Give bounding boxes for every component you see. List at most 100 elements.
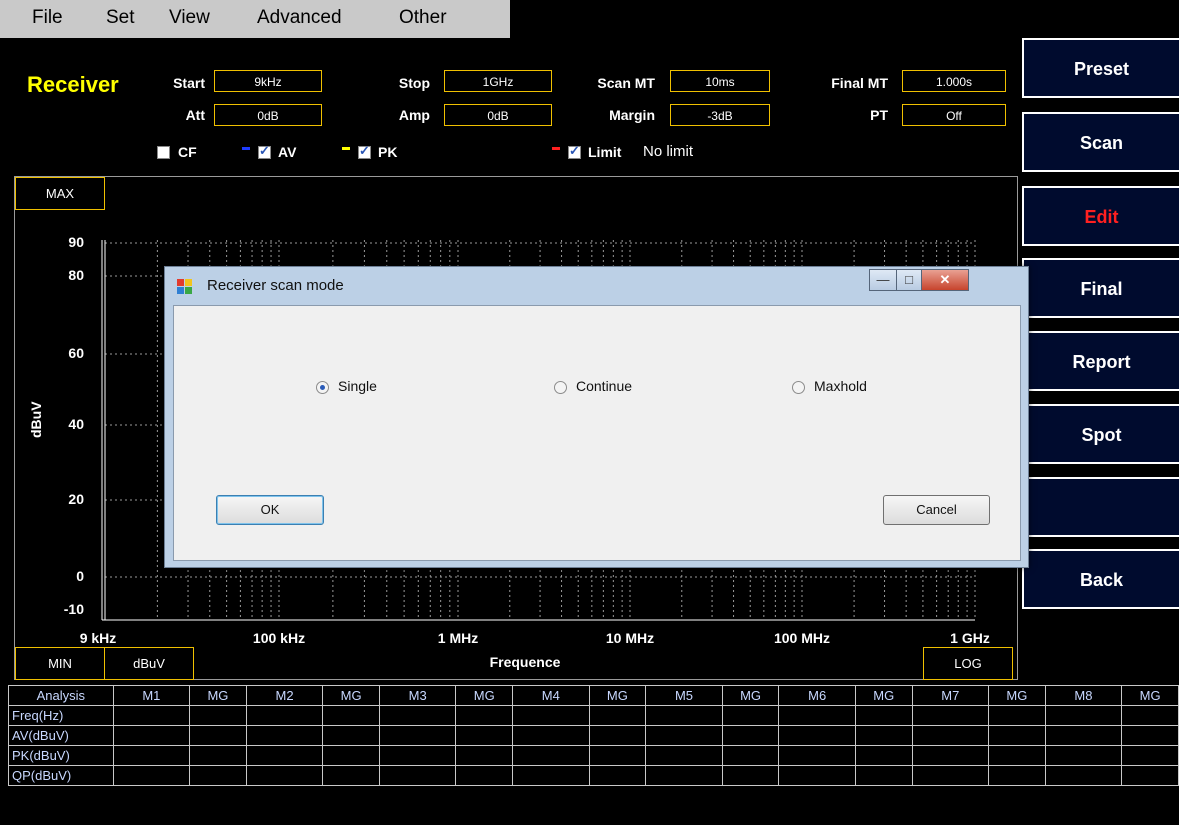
table-cell[interactable] [1121, 765, 1179, 786]
table-cell[interactable] [854, 745, 913, 766]
table-cell[interactable] [988, 725, 1046, 746]
table-cell[interactable] [778, 745, 856, 766]
table-cell[interactable] [455, 705, 514, 726]
table-header-cell: M3 [378, 685, 457, 706]
table-cell[interactable] [322, 705, 380, 726]
table-cell[interactable] [512, 745, 590, 766]
radio-maxhold-label[interactable]: Maxhold [814, 378, 867, 394]
table-row-label: AV(dBuV) [8, 725, 114, 746]
y-tick-label: 60 [68, 345, 84, 361]
table-cell[interactable] [988, 765, 1046, 786]
table-cell[interactable] [378, 725, 457, 746]
cancel-button[interactable]: Cancel [883, 495, 990, 525]
x-tick-label: 1 MHz [437, 630, 479, 646]
x-tick-label: 100 MHz [773, 630, 831, 646]
table-cell[interactable] [854, 725, 913, 746]
table-cell[interactable] [112, 725, 191, 746]
table-header-cell: M7 [911, 685, 990, 706]
table-cell[interactable] [189, 705, 247, 726]
minimize-button[interactable]: — [869, 269, 897, 291]
maximize-button[interactable]: □ [896, 269, 922, 291]
table-header-cell: MG [322, 685, 380, 706]
table-cell[interactable] [455, 725, 514, 746]
table-cell[interactable] [322, 765, 380, 786]
table-cell[interactable] [322, 725, 380, 746]
table-header-cell: MG [588, 685, 647, 706]
table-header-cell: MG [455, 685, 514, 706]
table-header-cell: M1 [112, 685, 191, 706]
table-cell[interactable] [512, 705, 590, 726]
x-tick-label: 9 kHz [79, 630, 117, 646]
radio-single-label[interactable]: Single [338, 378, 377, 394]
table-cell[interactable] [645, 725, 723, 746]
table-cell[interactable] [512, 725, 590, 746]
table-cell[interactable] [322, 745, 380, 766]
table-cell[interactable] [721, 725, 780, 746]
table-cell[interactable] [645, 745, 723, 766]
table-cell[interactable] [245, 705, 324, 726]
table-header-cell: MG [189, 685, 247, 706]
minimize-icon: — [876, 272, 890, 287]
table-cell[interactable] [245, 725, 324, 746]
table-cell[interactable] [778, 765, 856, 786]
table-cell[interactable] [988, 705, 1046, 726]
table-row-label: Freq(Hz) [8, 705, 114, 726]
table-cell[interactable] [189, 745, 247, 766]
table-cell[interactable] [455, 745, 514, 766]
table-cell[interactable] [112, 765, 191, 786]
table-cell[interactable] [588, 745, 647, 766]
x-tick-label: 100 kHz [252, 630, 306, 646]
table-cell[interactable] [378, 765, 457, 786]
table-cell[interactable] [1044, 705, 1123, 726]
radio-continue-label[interactable]: Continue [576, 378, 632, 394]
x-tick-label: 1 GHz [950, 630, 990, 646]
radio-continue[interactable] [554, 381, 567, 394]
table-cell[interactable] [911, 705, 990, 726]
table-cell[interactable] [189, 765, 247, 786]
radio-single[interactable] [316, 381, 329, 394]
table-cell[interactable] [1044, 745, 1123, 766]
table-cell[interactable] [189, 725, 247, 746]
radio-maxhold[interactable] [792, 381, 805, 394]
scan-mode-dialog: Receiver scan mode — □ ✕ Single Continue… [164, 266, 1029, 568]
y-tick-label: 40 [68, 416, 84, 432]
table-cell[interactable] [645, 705, 723, 726]
app-icon [177, 279, 193, 295]
table-cell[interactable] [911, 725, 990, 746]
table-cell[interactable] [778, 725, 856, 746]
table-cell[interactable] [512, 765, 590, 786]
table-cell[interactable] [721, 705, 780, 726]
table-cell[interactable] [588, 765, 647, 786]
table-cell[interactable] [378, 745, 457, 766]
table-cell[interactable] [1044, 765, 1123, 786]
table-cell[interactable] [854, 765, 913, 786]
y-tick-label: 90 [68, 234, 84, 250]
table-header-cell: MG [721, 685, 780, 706]
close-button[interactable]: ✕ [921, 269, 969, 291]
table-cell[interactable] [645, 765, 723, 786]
table-cell[interactable] [911, 745, 990, 766]
x-tick-label: 10 MHz [605, 630, 655, 646]
table-cell[interactable] [778, 705, 856, 726]
table-cell[interactable] [112, 705, 191, 726]
ok-button[interactable]: OK [216, 495, 324, 525]
table-cell[interactable] [988, 745, 1046, 766]
dialog-body: Single Continue Maxhold OK Cancel [173, 305, 1021, 561]
table-row-label: PK(dBuV) [8, 745, 114, 766]
table-cell[interactable] [1121, 725, 1179, 746]
table-cell[interactable] [1044, 725, 1123, 746]
table-cell[interactable] [588, 725, 647, 746]
table-cell[interactable] [245, 745, 324, 766]
table-cell[interactable] [378, 705, 457, 726]
table-cell[interactable] [854, 705, 913, 726]
table-cell[interactable] [721, 745, 780, 766]
table-cell[interactable] [112, 745, 191, 766]
table-cell[interactable] [455, 765, 514, 786]
table-header-cell: M5 [645, 685, 723, 706]
table-cell[interactable] [588, 705, 647, 726]
table-cell[interactable] [1121, 705, 1179, 726]
table-cell[interactable] [721, 765, 780, 786]
table-cell[interactable] [245, 765, 324, 786]
table-cell[interactable] [1121, 745, 1179, 766]
table-cell[interactable] [911, 765, 990, 786]
